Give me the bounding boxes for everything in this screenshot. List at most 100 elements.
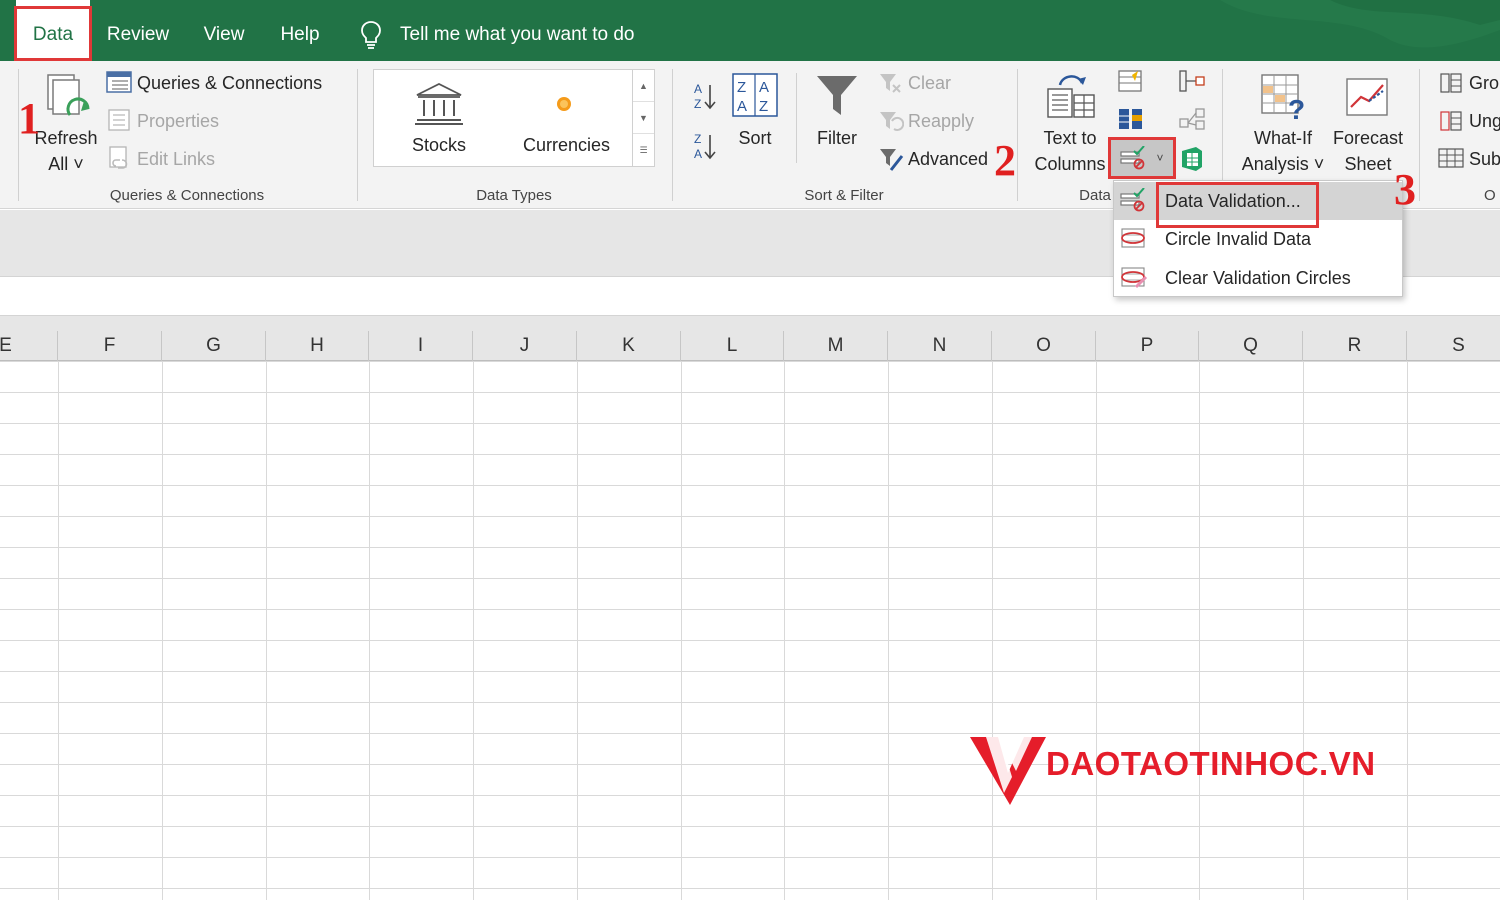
ungroup-icon — [1440, 111, 1462, 131]
subtotal-button[interactable]: Sub — [1469, 148, 1500, 170]
grid-line — [473, 361, 474, 900]
watermark-text: DAOTAOTINHOC.VN — [1046, 745, 1376, 783]
currencies-button[interactable]: Currencies — [514, 134, 619, 156]
sort-button[interactable]: Sort — [725, 127, 785, 149]
grid-line — [681, 361, 682, 900]
annotation-step-2: 2 — [994, 139, 1016, 183]
advanced-button[interactable]: Advanced — [908, 148, 988, 170]
decorative-leaf-pattern — [1180, 0, 1500, 61]
manage-data-model-icon[interactable] — [1178, 145, 1206, 173]
sort-z-a-icon[interactable]: Z A — [692, 131, 718, 161]
grid-line — [784, 361, 785, 900]
tell-me-search[interactable]: Tell me what you want to do — [360, 18, 634, 52]
group-button[interactable]: Gro — [1469, 72, 1499, 94]
grid-line — [266, 361, 267, 900]
tab-review[interactable]: Review — [96, 0, 180, 61]
column-header-s[interactable]: S — [1407, 331, 1500, 361]
properties-icon — [108, 109, 130, 131]
grid-line — [992, 361, 993, 900]
group-separator — [1419, 69, 1420, 201]
grid-line — [577, 361, 578, 900]
remove-duplicates-icon[interactable] — [1118, 107, 1144, 131]
grid-line — [162, 361, 163, 900]
outline-group-label: O — [1484, 187, 1500, 204]
edit-links-icon — [108, 146, 132, 170]
properties-button[interactable]: Properties — [137, 110, 219, 132]
group-icon — [1440, 73, 1462, 93]
gallery-up-icon[interactable]: ▲ — [633, 70, 654, 102]
column-header-r[interactable]: R — [1303, 331, 1407, 361]
tell-me-label: Tell me what you want to do — [400, 24, 634, 46]
data-validation-split-button[interactable]: ˅ — [1108, 137, 1176, 179]
column-header-g[interactable]: G — [162, 331, 266, 361]
forecast-sheet-icon — [1345, 73, 1391, 119]
grid-line — [888, 361, 889, 900]
data-validation-icon — [1120, 188, 1146, 212]
tab-view[interactable]: View — [190, 0, 258, 61]
group-separator — [672, 69, 673, 201]
svg-text:A: A — [759, 79, 769, 96]
column-header-l[interactable]: L — [681, 331, 784, 361]
data-validation-icon — [1120, 146, 1146, 170]
chevron-down-icon: ˅ — [1156, 151, 1163, 165]
text-to-columns-icon — [1046, 73, 1096, 119]
svg-text:A: A — [694, 147, 702, 161]
gallery-down-icon[interactable]: ▼ — [633, 102, 654, 134]
group-separator — [357, 69, 358, 201]
column-headers: E F G H I J K L M N O P Q R S — [0, 331, 1500, 361]
column-header-i[interactable]: I — [369, 331, 473, 361]
cell-grid[interactable] — [0, 361, 1500, 900]
text-to-columns-button[interactable]: Text to Columns — [1030, 127, 1110, 175]
queries-connections-button[interactable]: Queries & Connections — [137, 72, 322, 94]
relationships-icon[interactable] — [1178, 107, 1206, 131]
column-header-n[interactable]: N — [888, 331, 992, 361]
grid-line — [1303, 361, 1304, 900]
sort-icon: Z A A Z — [732, 73, 778, 117]
column-header-k[interactable]: K — [577, 331, 681, 361]
edit-links-button[interactable]: Edit Links — [137, 148, 215, 170]
clear-validation-circles-icon — [1120, 265, 1148, 289]
gallery-scroll[interactable]: ▲ ▼ ☰ — [632, 70, 654, 166]
annotation-box-data-tab — [14, 6, 92, 61]
stocks-button[interactable]: Stocks — [394, 134, 484, 156]
menu-item-clear-validation-circles[interactable]: Clear Validation Circles — [1114, 259, 1402, 297]
gallery-more-icon[interactable]: ☰ — [633, 134, 654, 166]
data-types-group-label: Data Types — [358, 187, 670, 204]
clear-button[interactable]: Clear — [908, 72, 951, 94]
column-header-h[interactable]: H — [266, 331, 369, 361]
menu-item-label: Circle Invalid Data — [1165, 229, 1311, 250]
svg-text:Z: Z — [759, 98, 768, 115]
ungroup-button[interactable]: Ung — [1469, 110, 1500, 132]
column-header-q[interactable]: Q — [1199, 331, 1303, 361]
what-if-analysis-icon: ? — [1260, 73, 1310, 121]
annotation-step-1: 1 — [18, 97, 40, 141]
annotation-step-3: 3 — [1394, 168, 1416, 212]
filter-button[interactable]: Filter — [806, 127, 868, 149]
consolidate-icon[interactable] — [1178, 69, 1206, 93]
column-header-o[interactable]: O — [992, 331, 1096, 361]
refresh-all-icon — [44, 71, 94, 131]
reapply-button[interactable]: Reapply — [908, 110, 974, 132]
what-if-analysis-button[interactable]: What-If Analysis ˅ — [1232, 127, 1334, 175]
what-if-label-2: Analysis ˅ — [1232, 153, 1334, 175]
svg-text:A: A — [694, 82, 702, 96]
column-header-f[interactable]: F — [58, 331, 162, 361]
column-header-j[interactable]: J — [473, 331, 577, 361]
column-header-m[interactable]: M — [784, 331, 888, 361]
sort-a-z-icon[interactable]: A Z — [692, 81, 718, 111]
column-header-e[interactable]: E — [0, 331, 58, 361]
logo-mark-icon — [968, 733, 1048, 808]
grid-line — [1407, 361, 1408, 900]
column-header-p[interactable]: P — [1096, 331, 1199, 361]
text-to-columns-label-2: Columns — [1030, 153, 1110, 175]
annotation-box-data-validation — [1156, 182, 1319, 228]
ribbon-tab-bar: Data Review View Help Tell me what you w… — [0, 0, 1500, 61]
grid-line — [1199, 361, 1200, 900]
watermark-logo: DAOTAOTINHOC.VN — [968, 733, 1418, 808]
svg-text:?: ? — [1288, 94, 1305, 121]
lightbulb-icon — [360, 20, 382, 50]
flash-fill-icon[interactable] — [1118, 69, 1144, 93]
queries-connections-group-label: Queries & Connections — [20, 187, 354, 204]
sheet-top-gap — [0, 316, 1500, 331]
tab-help[interactable]: Help — [268, 0, 332, 61]
